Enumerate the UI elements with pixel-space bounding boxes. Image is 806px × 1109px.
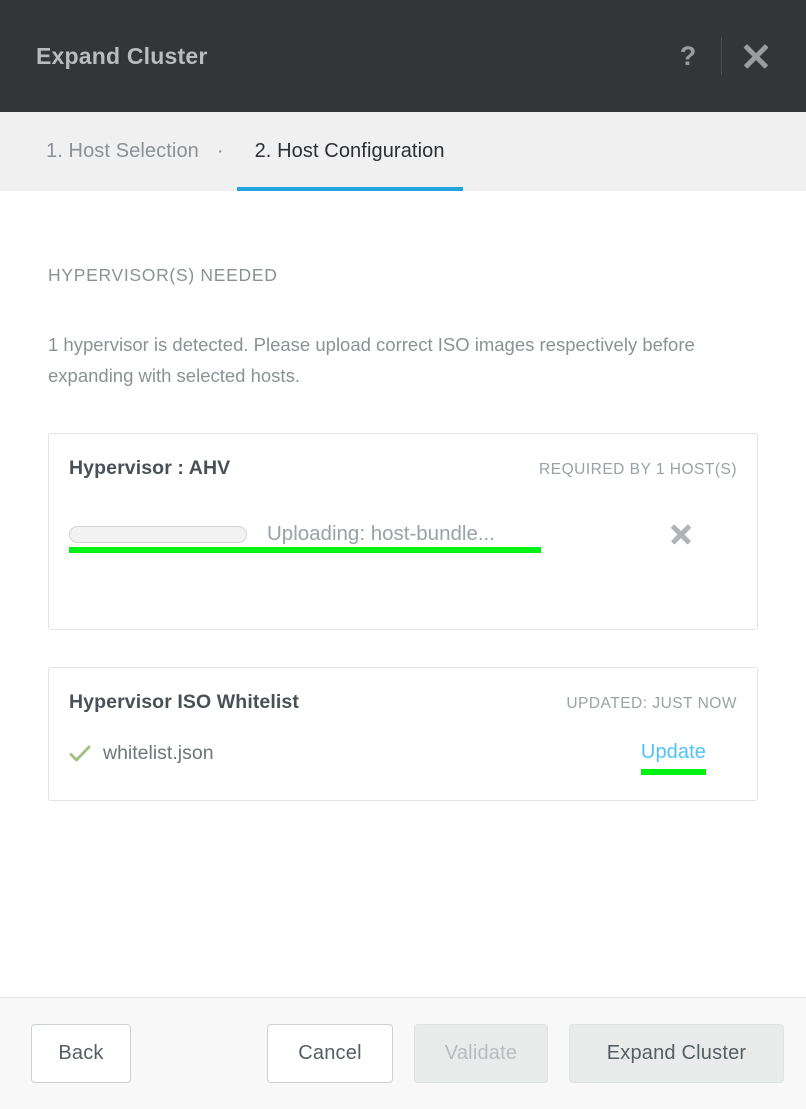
- progress-bar-track: [69, 525, 247, 543]
- hypervisor-card-meta: REQUIRED BY 1 HOST(S): [539, 461, 737, 478]
- section-title: HYPERVISOR(S) NEEDED: [48, 265, 278, 285]
- hypervisor-card-header: Hypervisor : AHV REQUIRED BY 1 HOST(S): [69, 434, 737, 480]
- section-description: 1 hypervisor is detected. Please upload …: [48, 334, 695, 386]
- cancel-button[interactable]: Cancel: [267, 1024, 393, 1083]
- whitelist-card-title: Hypervisor ISO Whitelist: [69, 691, 299, 713]
- expand-cluster-modal: Expand Cluster ? 1. Host Selection · 2. …: [0, 0, 806, 1109]
- whitelist-file-info: whitelist.json: [69, 742, 214, 765]
- help-icon[interactable]: ?: [665, 42, 711, 70]
- whitelist-card-header: Hypervisor ISO Whitelist UPDATED: JUST N…: [69, 668, 737, 714]
- upload-status-label: Uploading: host-bundle...: [267, 522, 495, 545]
- upload-row: Uploading: host-bundle...: [69, 520, 737, 553]
- expand-cluster-button[interactable]: Expand Cluster: [569, 1024, 784, 1083]
- update-link-container: Update: [640, 741, 706, 775]
- back-button[interactable]: Back: [31, 1024, 131, 1083]
- check-icon: [69, 745, 91, 761]
- modal-title: Expand Cluster: [36, 42, 208, 69]
- tab-host-selection[interactable]: 1. Host Selection: [46, 112, 199, 191]
- update-whitelist-link[interactable]: Update: [641, 741, 706, 763]
- tab-host-configuration[interactable]: 2. Host Configuration: [236, 112, 463, 191]
- modal-footer: Back Cancel Validate Expand Cluster: [0, 997, 806, 1109]
- hypervisor-card-title: Hypervisor : AHV: [69, 457, 231, 479]
- close-icon[interactable]: [736, 36, 776, 76]
- modal-titlebar: Expand Cluster ?: [0, 0, 806, 112]
- step-separator: ·: [216, 140, 224, 162]
- upload-progress: [69, 525, 247, 543]
- whitelist-row: whitelist.json Update: [69, 741, 737, 775]
- update-highlight-bar: [640, 769, 706, 775]
- cancel-upload-icon[interactable]: [667, 520, 695, 548]
- whitelist-card: Hypervisor ISO Whitelist UPDATED: JUST N…: [48, 667, 758, 801]
- hypervisor-card: Hypervisor : AHV REQUIRED BY 1 HOST(S) U…: [48, 433, 758, 630]
- footer-right-actions: Cancel Validate Expand Cluster: [267, 1024, 784, 1083]
- validate-button: Validate: [414, 1024, 548, 1083]
- whitelist-file-name: whitelist.json: [103, 742, 214, 764]
- titlebar-actions: ?: [665, 36, 776, 76]
- step-tabs: 1. Host Selection · 2. Host Configuratio…: [0, 112, 806, 191]
- titlebar-divider: [721, 37, 722, 75]
- upload-highlight-bar: [69, 547, 541, 553]
- modal-content: HYPERVISOR(S) NEEDED 1 hypervisor is det…: [0, 191, 806, 997]
- whitelist-card-meta: UPDATED: JUST NOW: [566, 695, 737, 712]
